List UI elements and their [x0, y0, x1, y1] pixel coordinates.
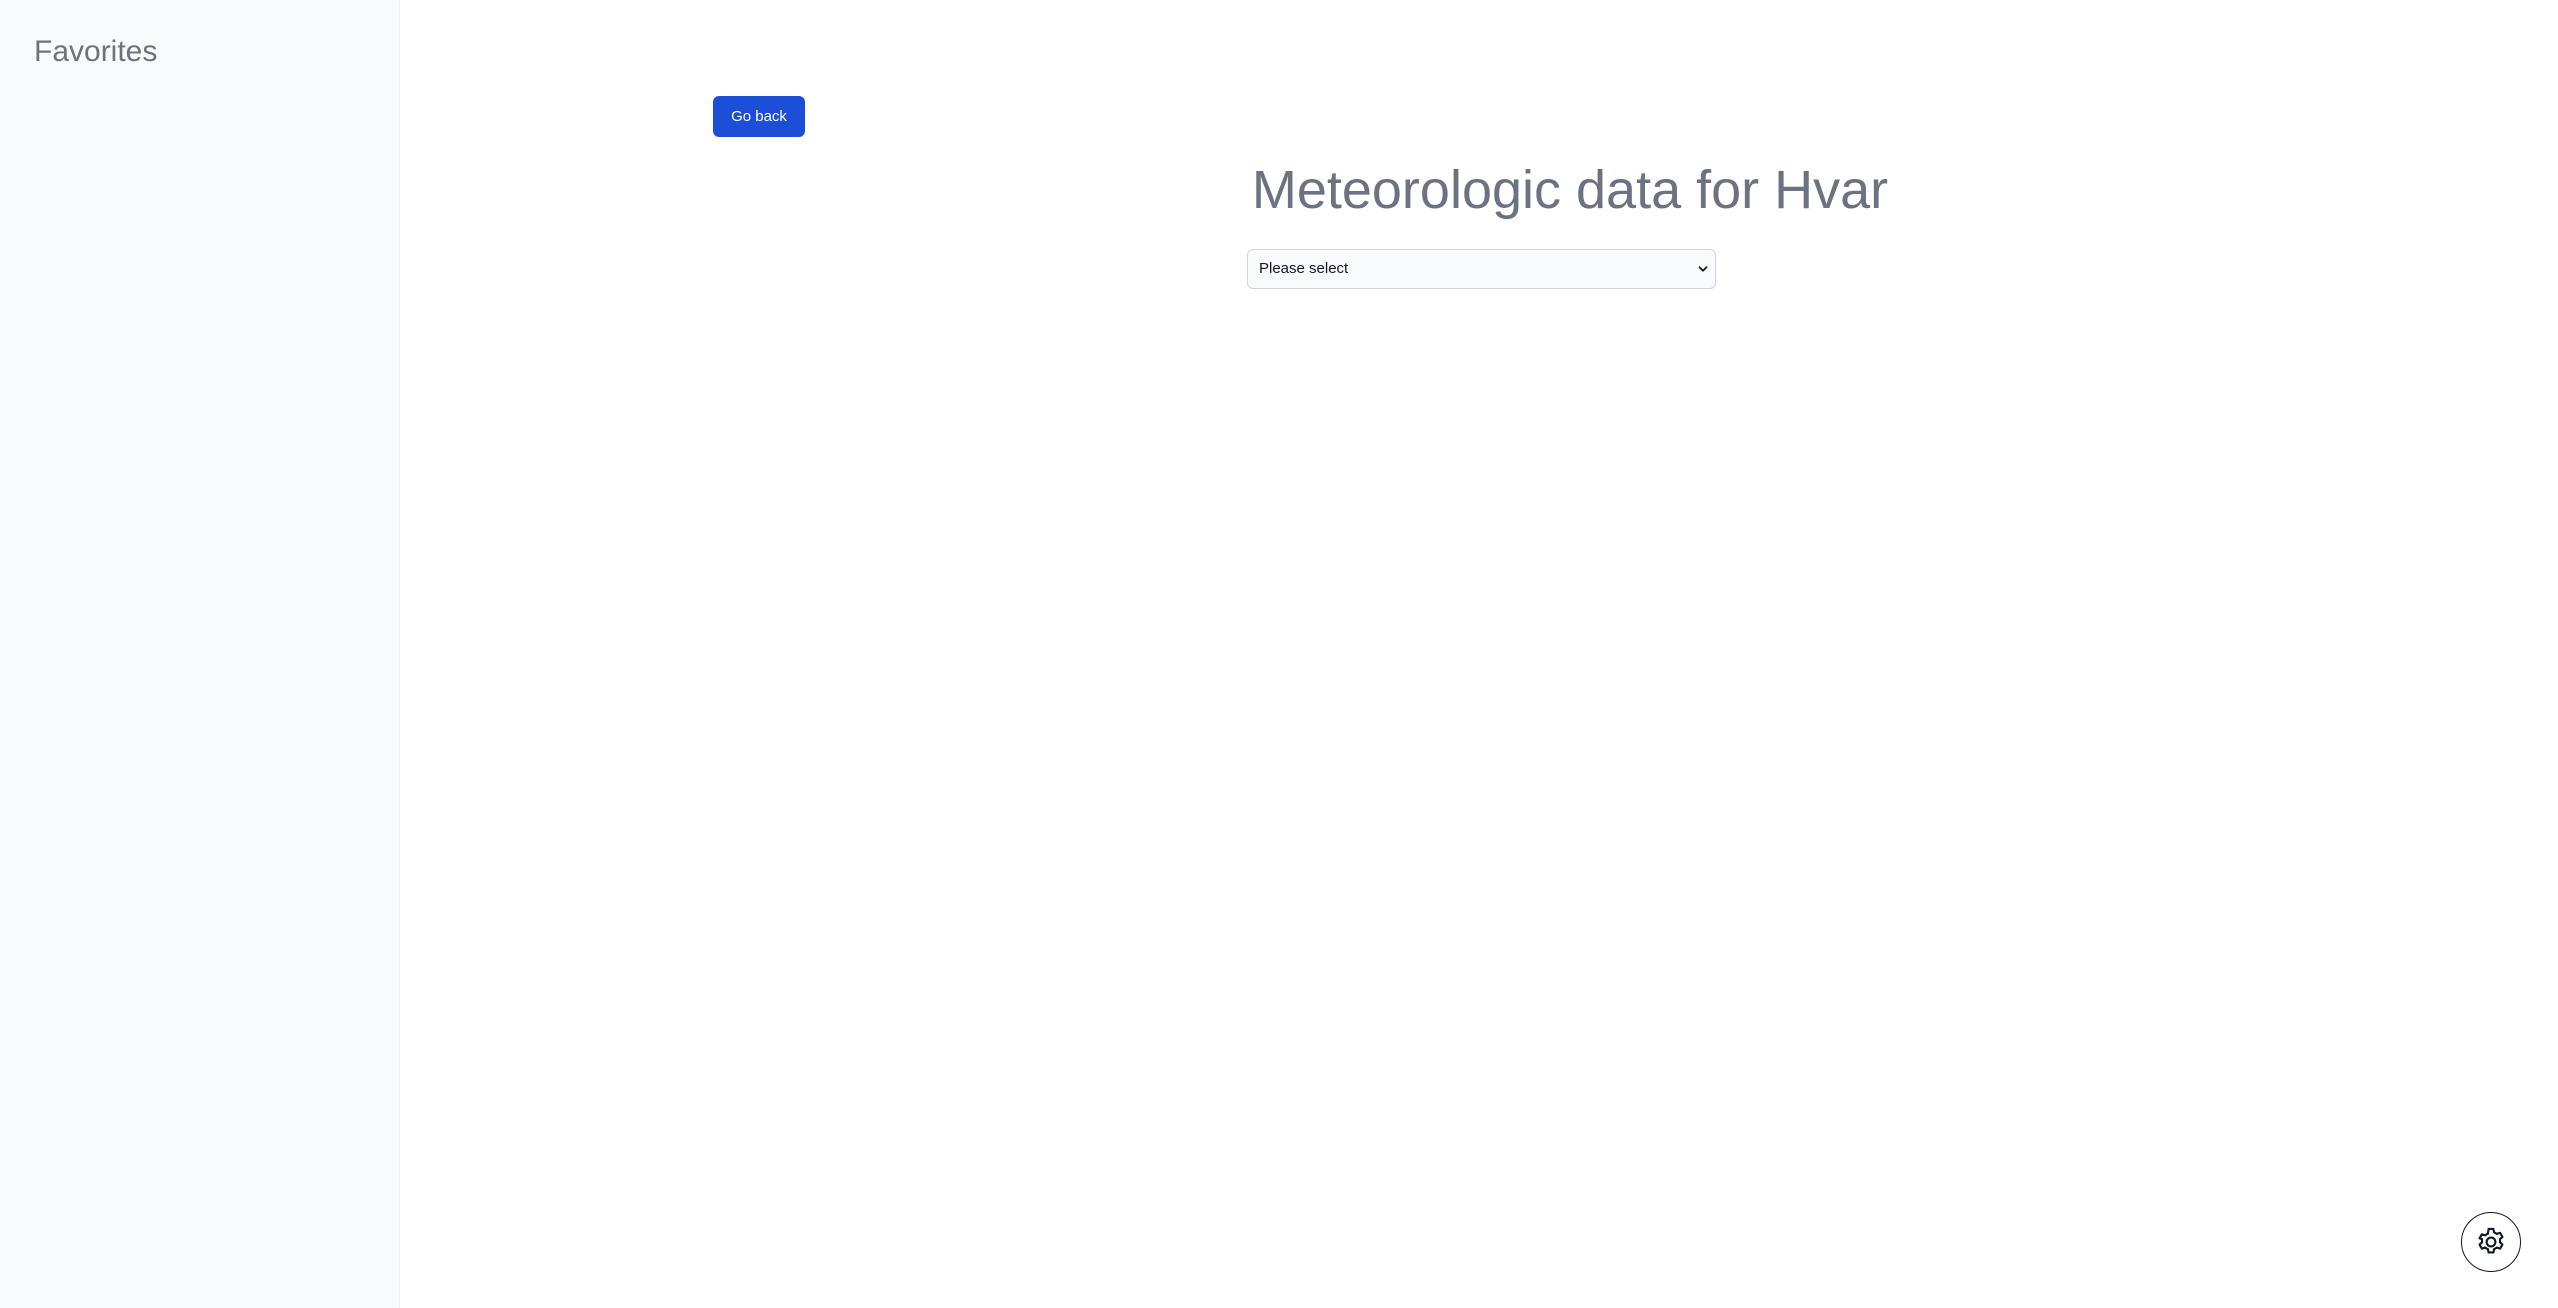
chevron-down-icon	[1698, 266, 1708, 272]
go-back-button[interactable]: Go back	[713, 96, 805, 137]
settings-button[interactable]	[2461, 1212, 2521, 1272]
data-type-select[interactable]: Please select	[1247, 249, 1716, 289]
favorites-sidebar: Favorites	[0, 0, 400, 1308]
app-root: Favorites Go back Meteorologic data for …	[0, 0, 2558, 1308]
main-content: Go back Meteorologic data for Hvar Pleas…	[400, 0, 2558, 1308]
sidebar-title: Favorites	[34, 35, 158, 68]
gear-icon	[2478, 1227, 2504, 1254]
select-value: Please select	[1259, 260, 1349, 277]
page-title: Meteorologic data for Hvar	[1251, 160, 1889, 220]
